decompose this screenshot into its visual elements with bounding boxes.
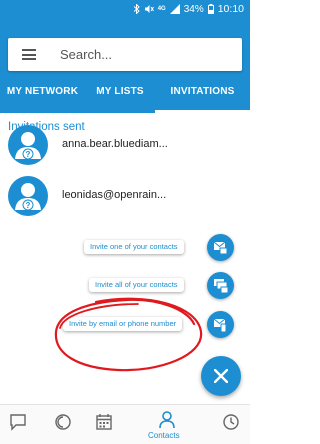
search-input[interactable]: Search... [60,47,112,62]
battery-icon [207,4,214,14]
mail-multiple-icon [213,278,228,293]
chat-icon[interactable] [9,413,27,431]
annotation-circle [54,297,203,372]
list-item[interactable]: ? anna.bear.bluediam... [0,125,250,175]
unknown-person-icon: ? [15,183,41,211]
avatar: ? [8,176,48,216]
close-fab-button[interactable] [201,356,241,396]
clock-icon[interactable] [222,413,240,431]
tab-invitations[interactable]: INVITATIONS [155,73,250,113]
clock: 10:10 [217,3,244,15]
list-item[interactable]: ? leonidas@openrain... [0,176,250,226]
svg-text:?: ? [26,150,31,159]
unknown-person-icon: ? [15,132,41,160]
bluetooth-icon [133,4,140,14]
activity-icon[interactable] [54,413,72,431]
mail-icon [213,241,228,254]
calendar-icon[interactable] [95,413,113,431]
status-bar: 4G 34% 10:10 [0,0,250,18]
contacts-icon[interactable] [158,410,176,430]
invite-email-phone-label[interactable]: Invite by email or phone number [63,317,183,331]
signal-icon [169,4,180,14]
mute-icon [144,5,154,13]
network-type: 4G [157,6,166,12]
invited-contact: leonidas@openrain... [62,189,167,201]
tab-my-network[interactable]: MY NETWORK [0,73,85,113]
invite-contact-label[interactable]: Invite one of your contacts [84,240,184,254]
tab-bar: MY NETWORK MY LISTS INVITATIONS [0,73,250,113]
mail-phone-icon [213,318,227,332]
battery-percent: 34% [183,3,204,15]
close-icon [214,369,228,383]
bottom-nav: Contacts [0,404,250,444]
app-header: Search... MY NETWORK MY LISTS INVITATION… [0,18,250,113]
invite-all-label[interactable]: Invite all of your contacts [89,278,184,292]
status-icons: 4G 34% 10:10 [133,3,244,15]
search-bar[interactable]: Search... [8,38,242,71]
menu-icon[interactable] [22,49,36,60]
invite-contact-button[interactable] [207,234,234,261]
tab-my-lists[interactable]: MY LISTS [85,73,155,113]
invited-contact: anna.bear.bluediam... [62,138,168,150]
contacts-label[interactable]: Contacts [148,431,180,440]
invite-email-phone-button[interactable] [207,311,234,338]
invite-all-button[interactable] [207,272,234,299]
avatar: ? [8,125,48,165]
svg-text:?: ? [26,201,31,210]
